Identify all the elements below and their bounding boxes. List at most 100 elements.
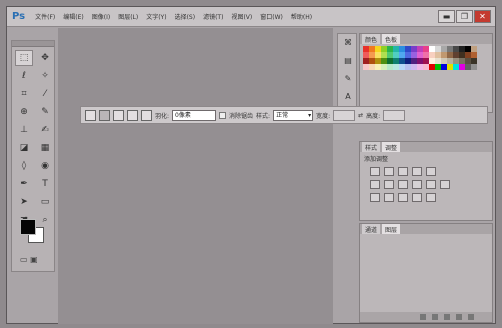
exposure-icon[interactable] [412,167,422,176]
layers-panel: 通道 图层 [359,223,493,323]
new-selection-icon[interactable] [99,109,110,121]
adjustments-panel: 样式 调整 添加调整 [359,141,493,221]
menu-type[interactable]: 文字(Y) [142,12,170,21]
posterize-icon[interactable] [384,193,394,202]
marquee-preset-icon[interactable] [85,109,96,121]
blur-icon[interactable]: ◊ [15,158,33,174]
brush-icon[interactable]: ✎ [36,104,54,120]
adjustment-row-2 [360,178,492,191]
window-controls: ▬ ❐ ✕ [438,10,491,23]
photo-filter-icon[interactable] [412,180,422,189]
width-label: 宽度: [316,112,331,120]
move-icon[interactable]: ✥ [36,50,54,66]
tab-channels[interactable]: 通道 [362,224,381,234]
crop-icon[interactable]: ⌗ [15,86,33,102]
brightness-icon[interactable] [370,167,380,176]
style-select[interactable]: 正常 [273,109,314,121]
delete-layer-icon[interactable] [468,314,474,320]
character-panel-icon[interactable]: A [340,92,356,106]
lasso-icon[interactable]: ℓ [15,68,33,84]
eyedropper-icon[interactable]: ⁄ [36,86,54,102]
tab-color[interactable]: 颜色 [362,34,381,44]
new-layer-icon[interactable] [456,314,462,320]
gradient-icon[interactable]: ▦ [36,140,54,156]
menu-image[interactable]: 图像(I) [88,12,114,21]
stamp-icon[interactable]: ⊥ [15,122,33,138]
menu-window[interactable]: 窗口(W) [256,12,287,21]
brush-panel-icon[interactable]: ✎ [340,74,356,88]
height-label: 高度: [366,112,381,120]
layer-mask-icon[interactable] [444,314,450,320]
shape-icon[interactable]: ▭ [36,194,54,210]
layers-footer [360,312,492,322]
color-swatch[interactable] [471,64,477,70]
menu-edit[interactable]: 编辑(E) [59,12,87,21]
actions-panel-icon[interactable]: ▤ [340,56,356,70]
selective-color-icon[interactable] [426,193,436,202]
add-selection-icon[interactable] [113,109,124,121]
menu-filter[interactable]: 滤镜(T) [199,12,227,21]
channel-mixer-icon[interactable] [426,180,436,189]
levels-icon[interactable] [384,167,394,176]
menu-view[interactable]: 视图(V) [227,12,256,21]
quick-mask-icon[interactable]: ▭ ▣ [20,255,38,264]
style-label: 样式: [256,112,271,120]
photoshop-window: Ps 文件(F) 编辑(E) 图像(I) 图层(L) 文字(Y) 选择(S) 滤… [6,6,496,324]
threshold-icon[interactable] [398,193,408,202]
foreground-color[interactable] [20,219,36,235]
antialias-label: 消除锯齿 [229,112,254,120]
pen-icon[interactable]: ✒ [15,176,33,192]
path-select-icon[interactable]: ➤ [15,194,33,210]
feather-input[interactable]: 0像素 [172,109,217,121]
app-logo: Ps [12,11,26,22]
magic-wand-icon[interactable]: ✧ [36,68,54,84]
width-input[interactable] [333,109,356,121]
menu-select[interactable]: 选择(S) [171,12,200,21]
menu-layer[interactable]: 图层(L) [114,12,142,21]
tab-adjustments[interactable]: 调整 [382,142,401,152]
color-balance-icon[interactable] [384,180,394,189]
black-white-icon[interactable] [398,180,408,189]
adjustment-row-3 [360,191,492,204]
type-icon[interactable]: T [36,176,54,192]
menu-help[interactable]: 帮助(H) [287,12,316,21]
close-button[interactable]: ✕ [474,10,491,23]
color-swatches [20,219,50,249]
adjustment-row-1 [360,165,492,178]
menu-file[interactable]: 文件(F) [31,12,59,21]
gradient-map-icon[interactable] [412,193,422,202]
antialias-checkbox[interactable] [219,111,227,119]
adjustments-panel-tabs: 样式 调整 [360,142,492,152]
minimize-button[interactable]: ▬ [438,10,455,23]
link-layers-icon[interactable] [420,314,426,320]
tab-styles[interactable]: 样式 [362,142,381,152]
swap-icon[interactable]: ⇄ [358,112,363,119]
subtract-selection-icon[interactable] [127,109,138,121]
vibrance-icon[interactable] [426,167,436,176]
eraser-icon[interactable]: ◪ [15,140,33,156]
height-input[interactable] [383,109,406,121]
history-panel-icon[interactable]: ⌘ [340,38,356,52]
feather-label: 羽化: [155,112,170,120]
restore-button[interactable]: ❐ [456,10,473,23]
swatches-panel: 颜色 色板 [359,33,493,113]
color-lookup-icon[interactable] [440,180,450,189]
adjustments-subtitle: 添加调整 [364,156,389,163]
swatch-grid [360,44,492,72]
tab-layers[interactable]: 图层 [382,224,401,234]
intersect-selection-icon[interactable] [141,109,152,121]
healing-icon[interactable]: ⊕ [15,104,33,120]
tool-grid: ⬚✥ℓ✧⌗⁄⊕✎⊥✍◪▦◊◉✒T➤▭☚⌕ [12,47,54,231]
swatches-panel-tabs: 颜色 色板 [360,34,492,44]
invert-icon[interactable] [370,193,380,202]
marquee-icon[interactable]: ⬚ [15,50,33,66]
dodge-icon[interactable]: ◉ [36,158,54,174]
toolbox: ⬚✥ℓ✧⌗⁄⊕✎⊥✍◪▦◊◉✒T➤▭☚⌕ ▭ ▣ [11,40,55,272]
hue-saturation-icon[interactable] [370,180,380,189]
curves-icon[interactable] [398,167,408,176]
canvas-workspace[interactable] [58,28,333,324]
history-brush-icon[interactable]: ✍ [36,122,54,138]
menu-bar: Ps 文件(F) 编辑(E) 图像(I) 图层(L) 文字(Y) 选择(S) 滤… [7,7,495,27]
tab-swatches[interactable]: 色板 [382,34,401,44]
layer-style-icon[interactable] [432,314,438,320]
